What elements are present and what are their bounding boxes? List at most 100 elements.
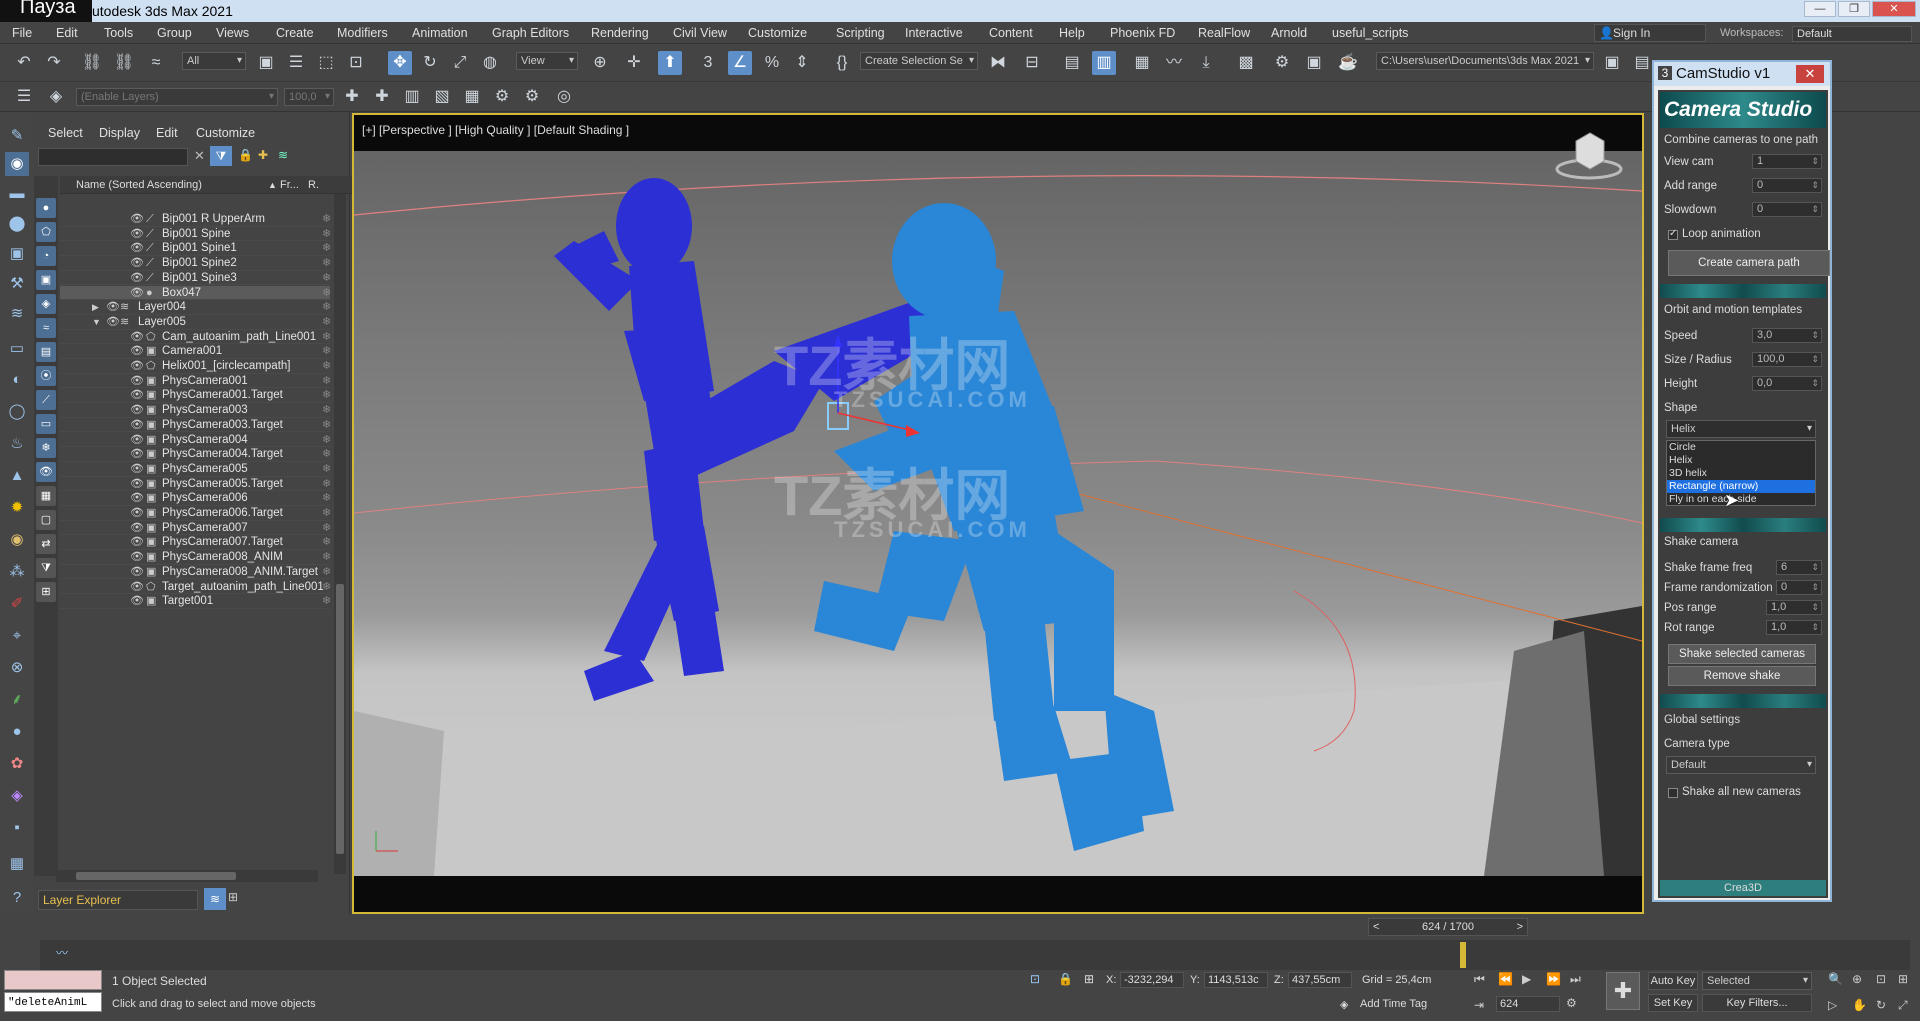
set-keys-button[interactable]: ✚ bbox=[1606, 972, 1640, 1010]
layer-add-icon[interactable]: ✚ bbox=[340, 85, 364, 109]
prev-key-icon[interactable]: ⏪ bbox=[1498, 972, 1513, 986]
freeze-icon[interactable]: ❄ bbox=[322, 256, 331, 270]
freeze-icon[interactable]: ❄ bbox=[322, 550, 331, 564]
close-button[interactable]: ✕ bbox=[1872, 1, 1916, 17]
particles-icon[interactable]: ⁂ bbox=[5, 560, 29, 584]
auto-key-button[interactable]: Auto Key bbox=[1648, 972, 1698, 990]
filter-geometry-icon[interactable]: ● bbox=[36, 198, 56, 218]
layer-paste-icon[interactable]: ▧ bbox=[430, 85, 454, 109]
layer-manager-icon[interactable]: ◈ bbox=[44, 85, 68, 109]
sort-by-layer-icon[interactable]: ≋ bbox=[204, 888, 226, 910]
filter-groups-icon[interactable]: ▤ bbox=[36, 342, 56, 362]
object-row[interactable]: 👁 ▣ PhysCamera003.Target ❄ bbox=[60, 418, 331, 433]
shape-option-fly-in[interactable]: Fly in on each side bbox=[1667, 493, 1815, 506]
redo-icon[interactable]: ↷ bbox=[42, 51, 66, 75]
visibility-eye-icon[interactable]: 👁 bbox=[130, 330, 144, 344]
mirror-icon[interactable]: ⧓ bbox=[986, 51, 1010, 75]
scene-search-input[interactable] bbox=[38, 148, 188, 166]
object-row[interactable]: 👁 ▣ PhysCamera007 ❄ bbox=[60, 521, 331, 536]
align-icon[interactable]: ⊟ bbox=[1020, 51, 1044, 75]
curve-editor-mini-icon[interactable]: 〰 bbox=[56, 944, 68, 961]
speed-spinner[interactable]: 3,0 bbox=[1752, 328, 1822, 343]
visibility-eye-icon[interactable]: 👁 bbox=[130, 580, 144, 594]
reference-coordinate-dropdown[interactable]: View bbox=[516, 52, 578, 70]
tab-select[interactable]: Select bbox=[48, 126, 83, 140]
freeze-icon[interactable]: ❄ bbox=[322, 388, 331, 402]
object-row[interactable]: 👁 ⟋ Bip001 Spine3 ❄ bbox=[60, 271, 331, 286]
filter-helpers-icon[interactable]: ◈ bbox=[36, 294, 56, 314]
time-slider[interactable]: < 624 / 1700 > bbox=[1368, 918, 1528, 936]
shake-freq-spinner[interactable]: 6 bbox=[1776, 560, 1822, 575]
freeze-icon[interactable]: ❄ bbox=[322, 477, 331, 491]
visibility-eye-icon[interactable]: 👁 bbox=[130, 477, 144, 491]
maximize-button[interactable]: ❐ bbox=[1838, 1, 1870, 17]
shape-dropdown[interactable]: Helix bbox=[1666, 420, 1816, 438]
layer-settings-icon[interactable]: ⚙ bbox=[490, 85, 514, 109]
render-setup-icon[interactable]: ⚙ bbox=[1270, 51, 1294, 75]
fov-icon[interactable]: ▷ bbox=[1828, 998, 1837, 1012]
light-icon[interactable]: ✹ bbox=[5, 496, 29, 520]
tab-edit[interactable]: Edit bbox=[156, 126, 178, 140]
rect-selection-icon[interactable]: ⬚ bbox=[314, 51, 338, 75]
cylinder-icon[interactable]: ◯ bbox=[5, 400, 29, 424]
time-slider-next-icon[interactable]: > bbox=[1517, 919, 1523, 935]
camera-rig-icon[interactable]: ⌖ bbox=[5, 624, 29, 648]
visibility-eye-icon[interactable]: 👁 bbox=[130, 462, 144, 476]
isolate-icon[interactable]: ⊡ bbox=[1030, 972, 1040, 986]
spinner-snap-icon[interactable]: ⇕ bbox=[790, 51, 814, 75]
named-selection-dropdown[interactable]: Create Selection Se bbox=[860, 52, 978, 70]
material-editor-icon[interactable]: ▩ bbox=[1234, 51, 1258, 75]
edit-named-selection-icon[interactable]: {} bbox=[830, 51, 854, 75]
menu-tools[interactable]: Tools bbox=[104, 26, 133, 40]
visibility-eye-icon[interactable]: 👁 bbox=[130, 418, 144, 432]
goto-start-icon[interactable]: ⏮ bbox=[1474, 972, 1485, 987]
tab-customize[interactable]: Customize bbox=[196, 126, 255, 140]
viewport-scene[interactable]: TZ素材网 TZSUCAI.COM TZ素材网 TZSUCAI.COM bbox=[354, 151, 1642, 876]
save-icon[interactable]: ▤ bbox=[1630, 51, 1654, 75]
layer-collapse-icon[interactable]: ▦ bbox=[460, 85, 484, 109]
workspaces-dropdown[interactable]: Default bbox=[1792, 26, 1912, 42]
viewport-label[interactable]: [+] [Perspective ] [High Quality ] [Defa… bbox=[362, 123, 629, 137]
teapot-icon[interactable]: ♨ bbox=[5, 432, 29, 456]
object-row[interactable]: 👁 ⟋ Bip001 Spine ❄ bbox=[60, 227, 331, 242]
menu-help[interactable]: Help bbox=[1059, 26, 1085, 40]
filter-hidden-icon[interactable]: 👁 bbox=[36, 462, 56, 482]
menu-arnold[interactable]: Arnold bbox=[1271, 26, 1307, 40]
menu-phoenix-fd[interactable]: Phoenix FD bbox=[1110, 26, 1175, 40]
next-key-icon[interactable]: ⏩ bbox=[1546, 972, 1561, 986]
globe-icon[interactable]: ⊗ bbox=[5, 656, 29, 680]
freeze-icon[interactable]: ❄ bbox=[322, 359, 331, 373]
visibility-eye-icon[interactable]: 👁 bbox=[130, 256, 144, 270]
cone-icon[interactable]: ▲ bbox=[5, 464, 29, 488]
freeze-icon[interactable]: ❄ bbox=[322, 506, 331, 520]
freeze-icon[interactable]: ❄ bbox=[322, 344, 331, 358]
layers-icon[interactable]: ☰ bbox=[12, 85, 36, 109]
visibility-eye-icon[interactable]: 👁 bbox=[130, 227, 144, 241]
zoom-extents-icon[interactable]: ⊡ bbox=[1876, 972, 1886, 986]
visibility-eye-icon[interactable]: 👁 bbox=[130, 344, 144, 358]
object-row[interactable]: 👁 ▣ PhysCamera001.Target ❄ bbox=[60, 388, 331, 404]
shape-option-circle[interactable]: Circle bbox=[1667, 441, 1815, 454]
orbit-icon[interactable]: ↻ bbox=[1876, 998, 1886, 1012]
create-camera-path-button[interactable]: Create camera path bbox=[1668, 250, 1830, 276]
freeze-icon[interactable]: ❄ bbox=[322, 462, 331, 476]
snaps-toggle-icon[interactable]: 3 bbox=[696, 51, 720, 75]
object-row[interactable]: 👁 ⬠ Cam_autoanim_path_Line001 ❄ bbox=[60, 330, 331, 345]
project-path-dropdown[interactable]: C:\Users\user\Documents\3ds Max 2021 bbox=[1376, 52, 1594, 70]
object-row[interactable]: 👁 ⟋ Bip001 R UpperArm ❄ bbox=[60, 212, 331, 227]
sign-in-dropdown[interactable]: 👤 Sign In bbox=[1594, 24, 1706, 42]
grass-icon[interactable]: ⸙ bbox=[5, 688, 29, 712]
visibility-eye-icon[interactable]: 👁 bbox=[130, 550, 144, 564]
layer-value-field[interactable]: 100,0 bbox=[284, 88, 334, 106]
perspective-viewport[interactable]: [+] [Perspective ] [High Quality ] [Defa… bbox=[352, 113, 1644, 914]
play-icon[interactable]: ▶ bbox=[1522, 972, 1531, 986]
menu-realflow[interactable]: RealFlow bbox=[1198, 26, 1250, 40]
freeze-icon[interactable]: ❄ bbox=[322, 535, 331, 549]
paint-icon[interactable]: ✐ bbox=[5, 592, 29, 616]
col-name-header[interactable]: Name (Sorted Ascending) bbox=[76, 176, 202, 194]
time-cursor[interactable] bbox=[1460, 942, 1466, 968]
select-object-icon[interactable]: ▣ bbox=[254, 51, 278, 75]
layer-row[interactable]: ▼ 👁 ≋ Layer005 ❄ bbox=[60, 315, 331, 330]
planet-icon[interactable]: ● bbox=[5, 720, 29, 744]
freeze-icon[interactable]: ❄ bbox=[322, 212, 331, 226]
